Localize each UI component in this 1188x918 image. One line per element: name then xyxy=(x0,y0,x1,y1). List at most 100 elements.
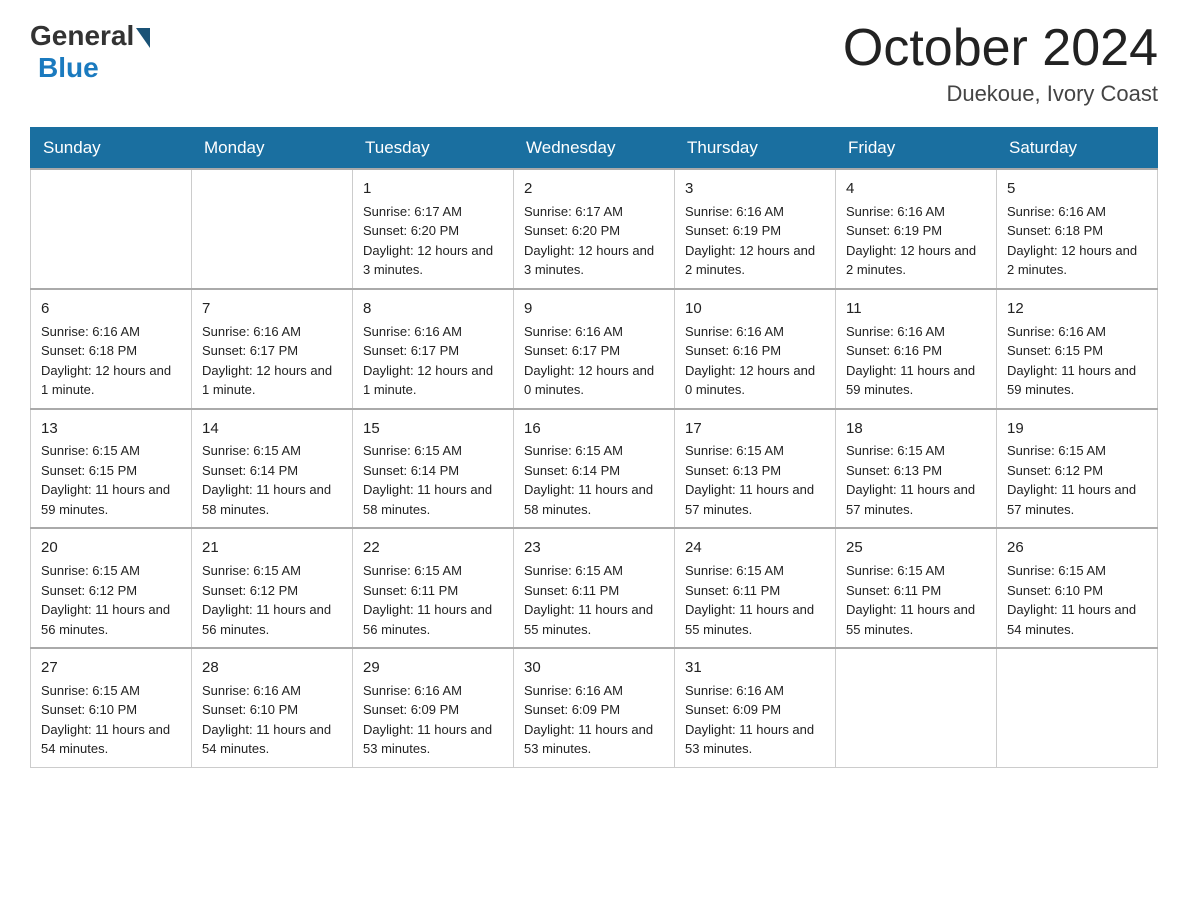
calendar-cell: 5Sunrise: 6:16 AM Sunset: 6:18 PM Daylig… xyxy=(997,169,1158,289)
calendar-cell: 29Sunrise: 6:16 AM Sunset: 6:09 PM Dayli… xyxy=(353,648,514,767)
day-info: Sunrise: 6:17 AM Sunset: 6:20 PM Dayligh… xyxy=(524,202,664,280)
day-info: Sunrise: 6:16 AM Sunset: 6:09 PM Dayligh… xyxy=(524,681,664,759)
day-number: 1 xyxy=(363,178,503,200)
calendar-cell: 30Sunrise: 6:16 AM Sunset: 6:09 PM Dayli… xyxy=(514,648,675,767)
calendar-table: SundayMondayTuesdayWednesdayThursdayFrid… xyxy=(30,127,1158,768)
page-header: General Blue October 2024 Duekoue, Ivory… xyxy=(30,20,1158,107)
calendar-cell: 3Sunrise: 6:16 AM Sunset: 6:19 PM Daylig… xyxy=(675,169,836,289)
calendar-cell: 10Sunrise: 6:16 AM Sunset: 6:16 PM Dayli… xyxy=(675,289,836,409)
day-info: Sunrise: 6:16 AM Sunset: 6:15 PM Dayligh… xyxy=(1007,322,1147,400)
day-number: 3 xyxy=(685,178,825,200)
day-info: Sunrise: 6:16 AM Sunset: 6:09 PM Dayligh… xyxy=(363,681,503,759)
calendar-cell: 4Sunrise: 6:16 AM Sunset: 6:19 PM Daylig… xyxy=(836,169,997,289)
day-number: 23 xyxy=(524,537,664,559)
day-info: Sunrise: 6:15 AM Sunset: 6:14 PM Dayligh… xyxy=(363,441,503,519)
day-number: 5 xyxy=(1007,178,1147,200)
calendar-cell: 31Sunrise: 6:16 AM Sunset: 6:09 PM Dayli… xyxy=(675,648,836,767)
calendar-cell: 19Sunrise: 6:15 AM Sunset: 6:12 PM Dayli… xyxy=(997,409,1158,529)
day-info: Sunrise: 6:15 AM Sunset: 6:11 PM Dayligh… xyxy=(524,561,664,639)
day-number: 12 xyxy=(1007,298,1147,320)
day-number: 11 xyxy=(846,298,986,320)
day-number: 22 xyxy=(363,537,503,559)
day-info: Sunrise: 6:16 AM Sunset: 6:19 PM Dayligh… xyxy=(685,202,825,280)
day-number: 10 xyxy=(685,298,825,320)
header-tuesday: Tuesday xyxy=(353,128,514,170)
day-info: Sunrise: 6:16 AM Sunset: 6:16 PM Dayligh… xyxy=(846,322,986,400)
header-thursday: Thursday xyxy=(675,128,836,170)
day-info: Sunrise: 6:16 AM Sunset: 6:19 PM Dayligh… xyxy=(846,202,986,280)
day-info: Sunrise: 6:15 AM Sunset: 6:13 PM Dayligh… xyxy=(846,441,986,519)
calendar-week-row: 1Sunrise: 6:17 AM Sunset: 6:20 PM Daylig… xyxy=(31,169,1158,289)
header-friday: Friday xyxy=(836,128,997,170)
day-number: 2 xyxy=(524,178,664,200)
day-info: Sunrise: 6:15 AM Sunset: 6:10 PM Dayligh… xyxy=(41,681,181,759)
calendar-cell xyxy=(192,169,353,289)
day-number: 6 xyxy=(41,298,181,320)
calendar-cell: 18Sunrise: 6:15 AM Sunset: 6:13 PM Dayli… xyxy=(836,409,997,529)
day-info: Sunrise: 6:15 AM Sunset: 6:14 PM Dayligh… xyxy=(202,441,342,519)
calendar-cell xyxy=(836,648,997,767)
calendar-cell: 2Sunrise: 6:17 AM Sunset: 6:20 PM Daylig… xyxy=(514,169,675,289)
day-number: 13 xyxy=(41,418,181,440)
calendar-cell: 25Sunrise: 6:15 AM Sunset: 6:11 PM Dayli… xyxy=(836,528,997,648)
day-info: Sunrise: 6:15 AM Sunset: 6:14 PM Dayligh… xyxy=(524,441,664,519)
calendar-cell: 24Sunrise: 6:15 AM Sunset: 6:11 PM Dayli… xyxy=(675,528,836,648)
day-number: 17 xyxy=(685,418,825,440)
calendar-header-row: SundayMondayTuesdayWednesdayThursdayFrid… xyxy=(31,128,1158,170)
day-number: 29 xyxy=(363,657,503,679)
day-info: Sunrise: 6:15 AM Sunset: 6:15 PM Dayligh… xyxy=(41,441,181,519)
calendar-cell: 27Sunrise: 6:15 AM Sunset: 6:10 PM Dayli… xyxy=(31,648,192,767)
calendar-cell: 21Sunrise: 6:15 AM Sunset: 6:12 PM Dayli… xyxy=(192,528,353,648)
header-monday: Monday xyxy=(192,128,353,170)
day-info: Sunrise: 6:15 AM Sunset: 6:12 PM Dayligh… xyxy=(202,561,342,639)
calendar-week-row: 6Sunrise: 6:16 AM Sunset: 6:18 PM Daylig… xyxy=(31,289,1158,409)
day-number: 27 xyxy=(41,657,181,679)
day-number: 24 xyxy=(685,537,825,559)
header-sunday: Sunday xyxy=(31,128,192,170)
calendar-cell: 17Sunrise: 6:15 AM Sunset: 6:13 PM Dayli… xyxy=(675,409,836,529)
calendar-week-row: 20Sunrise: 6:15 AM Sunset: 6:12 PM Dayli… xyxy=(31,528,1158,648)
calendar-cell: 14Sunrise: 6:15 AM Sunset: 6:14 PM Dayli… xyxy=(192,409,353,529)
calendar-cell: 20Sunrise: 6:15 AM Sunset: 6:12 PM Dayli… xyxy=(31,528,192,648)
calendar-cell: 12Sunrise: 6:16 AM Sunset: 6:15 PM Dayli… xyxy=(997,289,1158,409)
logo-blue-text: Blue xyxy=(38,52,99,84)
day-info: Sunrise: 6:15 AM Sunset: 6:12 PM Dayligh… xyxy=(41,561,181,639)
calendar-cell: 11Sunrise: 6:16 AM Sunset: 6:16 PM Dayli… xyxy=(836,289,997,409)
calendar-cell: 8Sunrise: 6:16 AM Sunset: 6:17 PM Daylig… xyxy=(353,289,514,409)
calendar-cell: 23Sunrise: 6:15 AM Sunset: 6:11 PM Dayli… xyxy=(514,528,675,648)
day-number: 31 xyxy=(685,657,825,679)
calendar-cell: 9Sunrise: 6:16 AM Sunset: 6:17 PM Daylig… xyxy=(514,289,675,409)
day-info: Sunrise: 6:15 AM Sunset: 6:10 PM Dayligh… xyxy=(1007,561,1147,639)
day-number: 28 xyxy=(202,657,342,679)
day-info: Sunrise: 6:15 AM Sunset: 6:12 PM Dayligh… xyxy=(1007,441,1147,519)
day-info: Sunrise: 6:16 AM Sunset: 6:17 PM Dayligh… xyxy=(524,322,664,400)
calendar-cell: 28Sunrise: 6:16 AM Sunset: 6:10 PM Dayli… xyxy=(192,648,353,767)
day-info: Sunrise: 6:16 AM Sunset: 6:18 PM Dayligh… xyxy=(41,322,181,400)
month-title: October 2024 xyxy=(843,20,1158,77)
day-info: Sunrise: 6:16 AM Sunset: 6:09 PM Dayligh… xyxy=(685,681,825,759)
day-number: 26 xyxy=(1007,537,1147,559)
calendar-cell: 6Sunrise: 6:16 AM Sunset: 6:18 PM Daylig… xyxy=(31,289,192,409)
calendar-cell: 7Sunrise: 6:16 AM Sunset: 6:17 PM Daylig… xyxy=(192,289,353,409)
day-number: 20 xyxy=(41,537,181,559)
title-area: October 2024 Duekoue, Ivory Coast xyxy=(843,20,1158,107)
header-saturday: Saturday xyxy=(997,128,1158,170)
day-info: Sunrise: 6:15 AM Sunset: 6:11 PM Dayligh… xyxy=(846,561,986,639)
location-subtitle: Duekoue, Ivory Coast xyxy=(843,81,1158,107)
day-info: Sunrise: 6:15 AM Sunset: 6:11 PM Dayligh… xyxy=(363,561,503,639)
calendar-cell: 15Sunrise: 6:15 AM Sunset: 6:14 PM Dayli… xyxy=(353,409,514,529)
day-number: 19 xyxy=(1007,418,1147,440)
day-number: 4 xyxy=(846,178,986,200)
day-number: 15 xyxy=(363,418,503,440)
logo-arrow-icon xyxy=(136,28,150,48)
day-number: 16 xyxy=(524,418,664,440)
day-number: 21 xyxy=(202,537,342,559)
day-info: Sunrise: 6:17 AM Sunset: 6:20 PM Dayligh… xyxy=(363,202,503,280)
calendar-cell: 26Sunrise: 6:15 AM Sunset: 6:10 PM Dayli… xyxy=(997,528,1158,648)
logo-general-text: General xyxy=(30,20,134,52)
calendar-cell: 13Sunrise: 6:15 AM Sunset: 6:15 PM Dayli… xyxy=(31,409,192,529)
day-number: 9 xyxy=(524,298,664,320)
day-info: Sunrise: 6:15 AM Sunset: 6:11 PM Dayligh… xyxy=(685,561,825,639)
day-info: Sunrise: 6:16 AM Sunset: 6:10 PM Dayligh… xyxy=(202,681,342,759)
header-wednesday: Wednesday xyxy=(514,128,675,170)
